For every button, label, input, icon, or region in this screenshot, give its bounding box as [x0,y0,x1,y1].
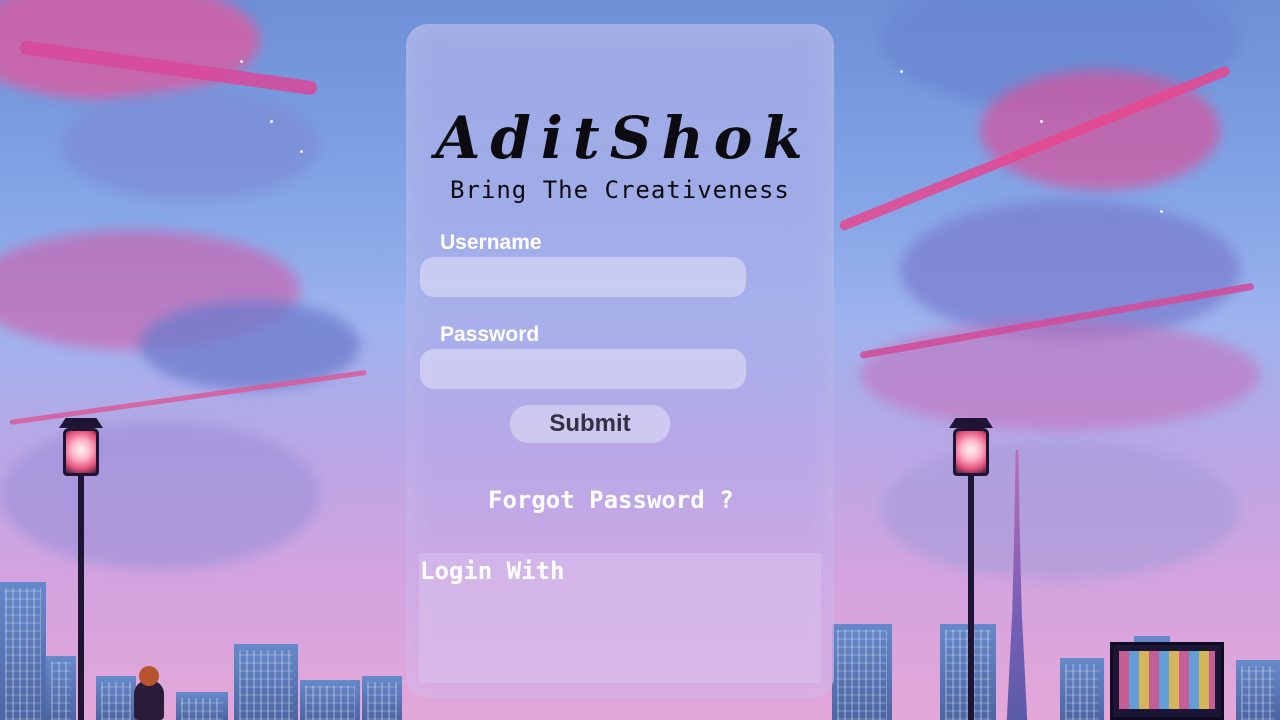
username-label: Username [440,231,542,254]
username-input[interactable] [420,257,746,297]
star [240,60,243,63]
street-lamp-icon [953,428,989,476]
cloud-shape [0,420,320,570]
password-input[interactable] [420,349,746,389]
lamp-cap [949,418,993,428]
lamp-post [78,470,84,720]
forgot-password-link[interactable]: Forgot Password ? [488,486,734,514]
building [0,582,46,720]
login-panel: AditShok Bring The Creativeness Username… [406,24,834,698]
social-login-box: Login With [419,553,821,683]
building [96,676,136,720]
cloud-shape [880,440,1240,580]
star [1040,120,1043,123]
building [176,692,228,720]
building [1060,658,1104,720]
person-silhouette [134,666,164,720]
brand-logo: AditShok [435,104,813,172]
password-label: Password [440,323,540,346]
star [900,70,903,73]
star [300,150,303,153]
lamp-post [968,470,974,720]
building [234,644,298,720]
building [46,656,76,720]
star [1160,210,1163,213]
star [270,120,273,123]
building [1236,660,1280,720]
login-with-label: Login With [420,557,565,585]
building [362,676,402,720]
cloud-shape [860,320,1260,430]
street-lamp-icon [63,428,99,476]
lamp-cap [59,418,103,428]
billboard [1110,642,1224,720]
brand-tagline: Bring The Creativeness [450,176,790,204]
building [832,624,892,720]
building [300,680,360,720]
submit-button[interactable]: Submit [510,405,670,443]
cloud-shape [60,90,320,200]
